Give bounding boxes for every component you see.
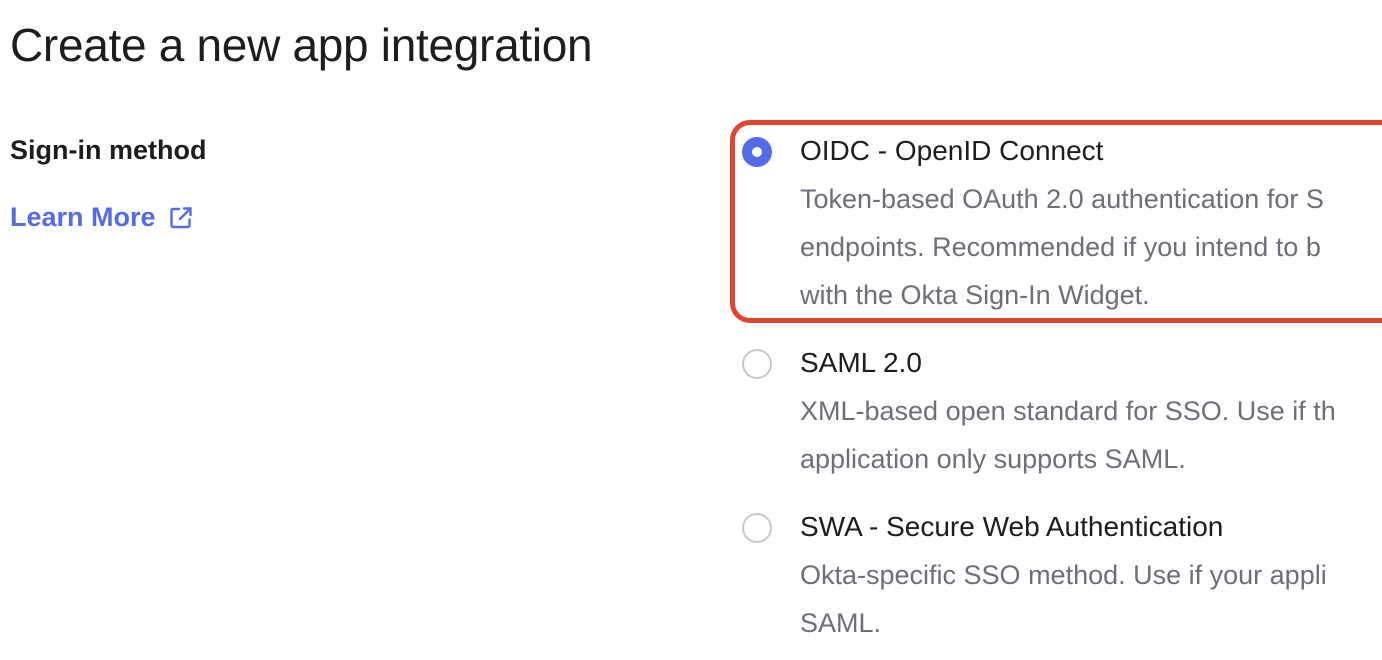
radio-swa[interactable] (742, 513, 772, 543)
radio-oidc[interactable] (742, 137, 772, 167)
option-oidc-title: OIDC - OpenID Connect (800, 135, 1104, 166)
option-oidc-description-line: Token-based OAuth 2.0 authentication for… (800, 184, 1324, 214)
radio-saml[interactable] (742, 349, 772, 379)
option-swa-title: SWA - Secure Web Authentication (800, 511, 1224, 542)
option-saml-description-line: XML-based open standard for SSO. Use if … (800, 396, 1336, 426)
sign-in-method-options: OIDC - OpenID Connect Token-based OAuth … (0, 0, 1382, 660)
option-saml-title: SAML 2.0 (800, 347, 922, 378)
option-swa-description: Okta-specific SSO method. Use if your ap… (800, 551, 1382, 647)
option-swa-description-line: Okta-specific SSO method. Use if your ap… (800, 560, 1327, 590)
option-oidc-description-line: endpoints. Recommended if you intend to … (800, 232, 1321, 262)
option-oidc-description: Token-based OAuth 2.0 authentication for… (800, 175, 1382, 319)
option-oidc-description-line: with the Okta Sign-In Widget. (800, 280, 1150, 310)
option-swa-description-line: SAML. (800, 608, 882, 638)
option-saml-description-line: application only supports SAML. (800, 444, 1186, 474)
option-saml-description: XML-based open standard for SSO. Use if … (800, 387, 1382, 483)
